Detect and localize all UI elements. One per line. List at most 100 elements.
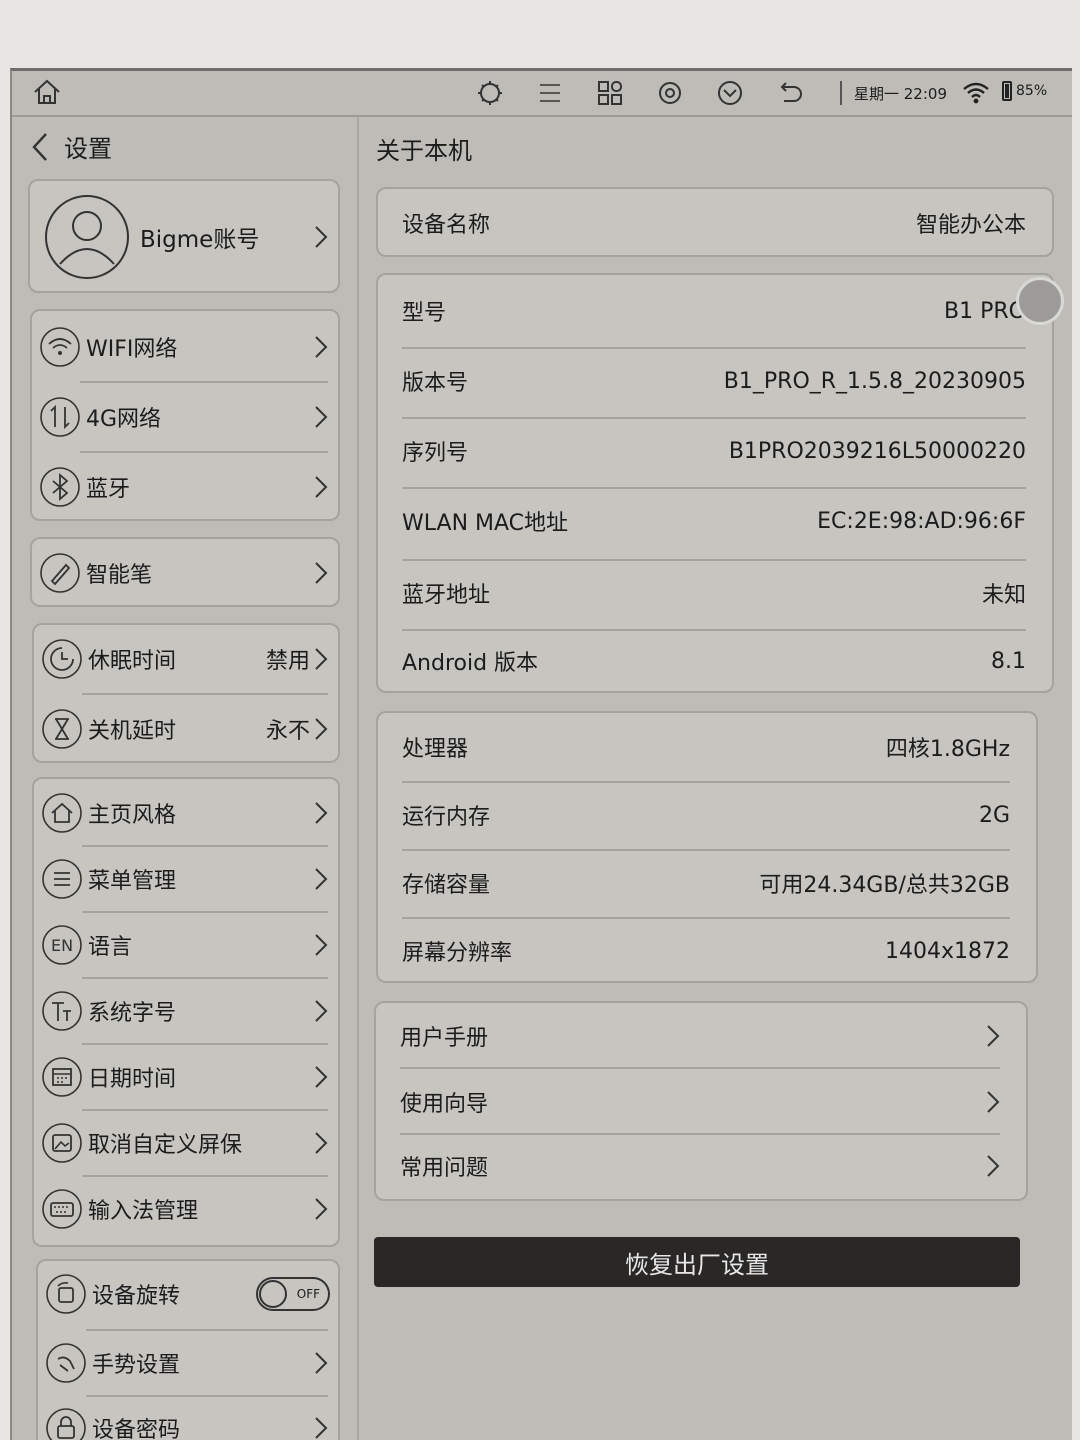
row-divider bbox=[402, 917, 1010, 919]
back-icon[interactable] bbox=[774, 77, 806, 109]
settings-icon[interactable] bbox=[654, 77, 686, 109]
font-size-icon bbox=[42, 991, 82, 1031]
guide-item[interactable]: 使用向导 bbox=[400, 1085, 1000, 1119]
chevron-right-icon bbox=[315, 336, 328, 358]
cellular-icon bbox=[40, 397, 80, 437]
chevron-right-icon bbox=[315, 648, 328, 670]
avatar-icon bbox=[45, 195, 129, 279]
row-divider bbox=[82, 693, 328, 695]
hourglass-icon bbox=[42, 709, 82, 749]
row-divider bbox=[400, 1133, 1000, 1135]
wifi-item[interactable]: WIFI网络 bbox=[32, 315, 338, 379]
menu-manage-label: 菜单管理 bbox=[88, 869, 177, 894]
screensaver-item[interactable]: 取消自定义屏保 bbox=[34, 1111, 338, 1175]
info-value: B1 PRO bbox=[944, 298, 1026, 324]
gesture-item[interactable]: 手势设置 bbox=[38, 1331, 338, 1395]
hardware-value: 四核1.8GHz bbox=[885, 737, 1010, 762]
system-group: 主页风格 菜单管理 EN 语言 系统字号 日期时间 取消自定义屏保 输入法管理 bbox=[32, 777, 340, 1247]
hardware-key: 运行内存 bbox=[402, 805, 491, 830]
info-value: 未知 bbox=[981, 583, 1026, 608]
info-row: 型号 B1 PRO bbox=[402, 295, 1026, 327]
settings-back-header[interactable]: 设置 bbox=[30, 129, 112, 164]
calendar-icon bbox=[42, 1057, 82, 1097]
password-item[interactable]: 设备密码 bbox=[38, 1397, 338, 1440]
device-screen: 星期一 22:09 85% 设置 Bigme账号 WIFI网络 4G网络 蓝牙 … bbox=[10, 68, 1072, 1440]
pen-group: 智能笔 bbox=[30, 537, 340, 607]
shutdown-delay-value: 永不 bbox=[265, 719, 310, 744]
rotate-icon bbox=[46, 1274, 86, 1314]
faq-item[interactable]: 常用问题 bbox=[400, 1149, 1000, 1183]
info-key: WLAN MAC地址 bbox=[402, 511, 569, 536]
down-icon[interactable] bbox=[714, 77, 746, 109]
wifi-icon bbox=[40, 327, 80, 367]
chevron-left-icon bbox=[32, 132, 47, 161]
battery-indicator: 85% bbox=[1002, 81, 1047, 101]
language-icon: EN bbox=[42, 925, 82, 965]
info-value: EC:2E:98:AD:96:6F bbox=[817, 508, 1026, 534]
chevron-right-icon bbox=[315, 476, 328, 498]
shutdown-delay-item[interactable]: 关机延时 永不 bbox=[34, 697, 338, 761]
keyboard-icon bbox=[42, 1189, 82, 1229]
date-time-item[interactable]: 日期时间 bbox=[34, 1045, 338, 1109]
hardware-row: 处理器 四核1.8GHz bbox=[402, 731, 1010, 763]
bluetooth-icon bbox=[40, 467, 80, 507]
battery-text: 85% bbox=[1016, 83, 1048, 99]
help-card: 用户手册 使用向导 常用问题 bbox=[374, 1001, 1028, 1201]
home-icon bbox=[42, 793, 82, 833]
rotation-toggle[interactable]: OFF bbox=[256, 1277, 330, 1311]
apps-icon[interactable] bbox=[594, 77, 626, 109]
info-value: B1_PRO_R_1.5.8_20230905 bbox=[723, 368, 1026, 394]
hardware-card: 处理器 四核1.8GHz 运行内存 2G 存储容量 可用24.34GB/总共32… bbox=[376, 711, 1038, 983]
info-row: 版本号 B1_PRO_R_1.5.8_20230905 bbox=[402, 365, 1026, 397]
row-divider bbox=[402, 347, 1026, 349]
input-method-item[interactable]: 输入法管理 bbox=[34, 1177, 338, 1241]
smart-pen-item[interactable]: 智能笔 bbox=[32, 541, 338, 605]
info-row: 序列号 B1PRO2039216L50000220 bbox=[402, 435, 1026, 467]
info-key: 蓝牙地址 bbox=[402, 583, 491, 608]
4g-item[interactable]: 4G网络 bbox=[32, 385, 338, 449]
chevron-right-icon bbox=[315, 1417, 328, 1439]
device-name-card[interactable]: 设备名称 智能办公本 bbox=[376, 187, 1054, 257]
chevron-right-icon bbox=[315, 406, 328, 428]
account-card[interactable]: Bigme账号 bbox=[28, 179, 340, 293]
language-item[interactable]: EN 语言 bbox=[34, 913, 338, 977]
floating-ball-button[interactable] bbox=[1016, 277, 1064, 325]
bluetooth-item[interactable]: 蓝牙 bbox=[32, 455, 338, 519]
info-key: 型号 bbox=[402, 301, 447, 326]
row-divider bbox=[80, 381, 328, 383]
clock-text: 星期一 22:09 bbox=[854, 85, 947, 103]
chevron-right-icon bbox=[315, 934, 328, 956]
gesture-icon bbox=[46, 1343, 86, 1383]
user-manual-item[interactable]: 用户手册 bbox=[400, 1019, 1000, 1053]
lock-icon bbox=[46, 1408, 86, 1440]
shutdown-delay-label: 关机延时 bbox=[88, 719, 177, 744]
pane-divider bbox=[357, 117, 359, 1440]
help-label: 常用问题 bbox=[400, 1156, 489, 1181]
chevron-right-icon bbox=[315, 1000, 328, 1022]
home-style-item[interactable]: 主页风格 bbox=[34, 781, 338, 845]
hardware-key: 屏幕分辨率 bbox=[402, 941, 513, 966]
device-info-card: 型号 B1 PRO 版本号 B1_PRO_R_1.5.8_20230905 序列… bbox=[376, 273, 1054, 693]
factory-reset-button[interactable]: 恢复出厂设置 bbox=[374, 1237, 1020, 1287]
sleep-time-item[interactable]: 休眠时间 禁用 bbox=[34, 627, 338, 691]
chevron-right-icon bbox=[315, 1132, 328, 1154]
row-divider bbox=[402, 417, 1026, 419]
sleep-time-label: 休眠时间 bbox=[88, 649, 177, 674]
password-label: 设备密码 bbox=[92, 1418, 181, 1440]
row-divider bbox=[402, 849, 1010, 851]
chevron-right-icon bbox=[987, 1025, 1000, 1047]
menu-manage-item[interactable]: 菜单管理 bbox=[34, 847, 338, 911]
status-bar: 星期一 22:09 85% bbox=[12, 71, 1072, 117]
sleep-time-value: 禁用 bbox=[265, 649, 310, 674]
language-icon-text: EN bbox=[51, 936, 73, 955]
font-size-item[interactable]: 系统字号 bbox=[34, 979, 338, 1043]
input-method-label: 输入法管理 bbox=[88, 1199, 199, 1224]
page-title: 关于本机 bbox=[376, 137, 472, 165]
row-divider bbox=[400, 1067, 1000, 1069]
home-icon[interactable] bbox=[32, 77, 62, 107]
chevron-right-icon bbox=[315, 1198, 328, 1220]
toggle-knob bbox=[259, 1280, 287, 1308]
refresh-icon[interactable] bbox=[474, 77, 506, 109]
menu-icon[interactable] bbox=[534, 77, 566, 109]
status-separator bbox=[840, 81, 842, 105]
